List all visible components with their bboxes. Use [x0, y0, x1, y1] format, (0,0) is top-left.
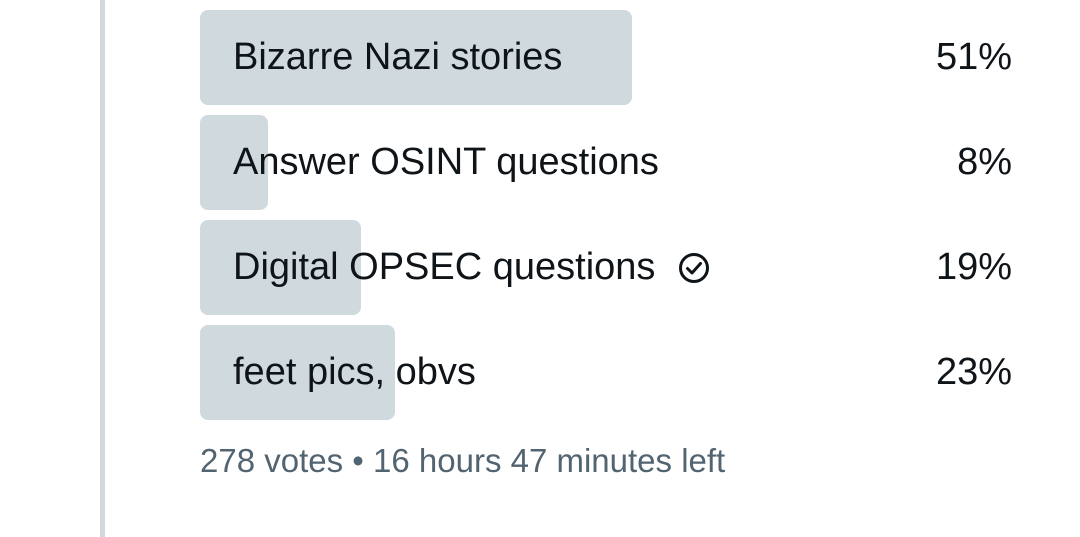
poll-option: feet pics, obvs 23%: [200, 325, 1012, 420]
poll-footer: 278 votes • 16 hours 47 minutes left: [200, 442, 725, 480]
poll-time-left: 16 hours 47 minutes left: [373, 442, 726, 479]
thread-line: [100, 0, 105, 537]
poll-option-percent: 23%: [935, 351, 1012, 393]
poll-option-label: Answer OSINT questions: [233, 115, 659, 210]
poll-option: Bizarre Nazi stories 51%: [200, 10, 1012, 105]
poll-option-label: feet pics, obvs: [233, 325, 476, 420]
poll-option-text: Answer OSINT questions: [233, 141, 659, 183]
poll-option-text: Bizarre Nazi stories: [233, 36, 563, 78]
poll: Bizarre Nazi stories 51% Answer OSINT qu…: [200, 10, 1012, 430]
poll-option-percent: 51%: [935, 36, 1012, 78]
poll-option: Answer OSINT questions 8%: [200, 115, 1012, 210]
poll-option-percent: 19%: [935, 246, 1012, 288]
poll-option-text: Digital OPSEC questions: [233, 246, 656, 288]
poll-votes: 278 votes: [200, 442, 344, 479]
poll-option: Digital OPSEC questions 19%: [200, 220, 1012, 315]
poll-option-label: Bizarre Nazi stories: [233, 10, 562, 105]
poll-option-percent: 8%: [957, 141, 1012, 183]
poll-separator: •: [352, 442, 364, 479]
check-circle-icon: [677, 251, 711, 285]
poll-option-label: Digital OPSEC questions: [233, 220, 711, 315]
poll-option-text: feet pics, obvs: [233, 351, 476, 393]
